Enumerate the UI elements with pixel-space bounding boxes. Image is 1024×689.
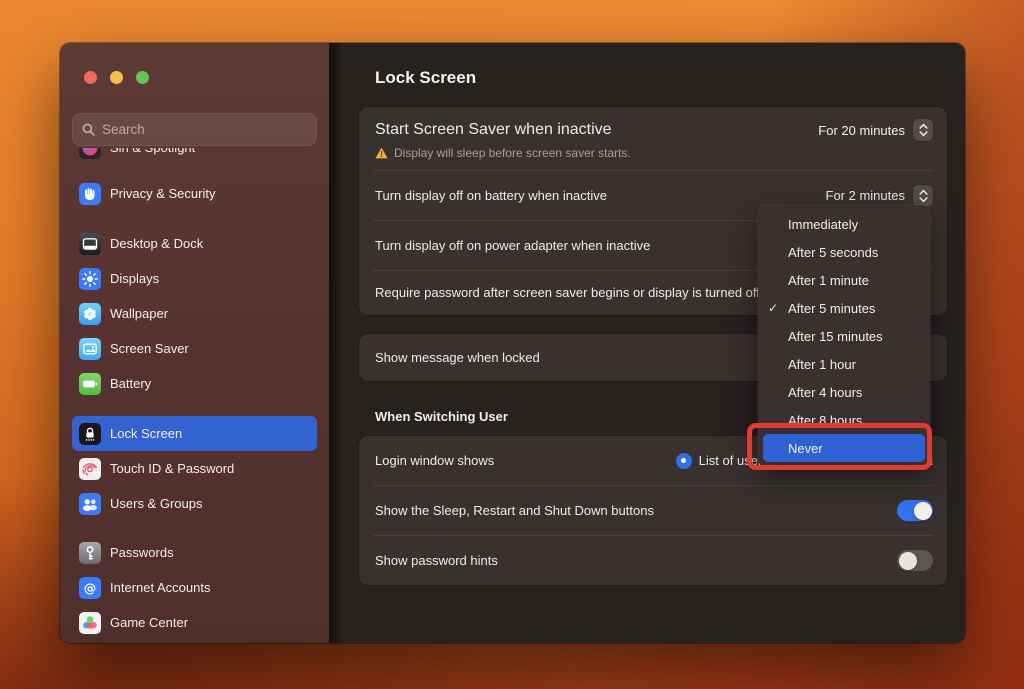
sleep-buttons-label: Show the Sleep, Restart and Shut Down bu… bbox=[375, 503, 654, 518]
screen-saver-warning: Display will sleep before screen saver s… bbox=[394, 146, 631, 160]
sidebar-item-label: Wallpaper bbox=[110, 306, 168, 321]
sidebar-item-label: Siri & Spotlight bbox=[110, 148, 195, 155]
screen-saver-row: Start Screen Saver when inactive For 20 … bbox=[359, 107, 947, 170]
show-message-label: Show message when locked bbox=[375, 350, 540, 365]
menu-item-after-8-hours[interactable]: After 8 hours bbox=[758, 406, 930, 434]
sidebar-item-siri-spotlight[interactable]: Siri & Spotlight bbox=[72, 148, 317, 165]
sidebar-item-label: Displays bbox=[110, 271, 159, 286]
password-hints-label: Show password hints bbox=[375, 553, 498, 568]
display-off-power-label: Turn display off on power adapter when i… bbox=[375, 238, 650, 253]
sidebar-item-label: Passwords bbox=[110, 545, 174, 560]
screen-saver-label: Start Screen Saver when inactive bbox=[375, 121, 612, 139]
display-off-battery-value: For 2 minutes bbox=[826, 188, 905, 203]
search-input[interactable] bbox=[102, 122, 307, 137]
inactivity-dropdown-menu: Immediately After 5 seconds After 1 minu… bbox=[758, 205, 930, 467]
siri-spotlight-icon bbox=[79, 148, 101, 159]
sidebar-item-label: Touch ID & Password bbox=[110, 461, 234, 476]
page-title: Lock Screen bbox=[375, 68, 947, 88]
system-settings-window: Siri & Spotlight Privacy & Security Desk… bbox=[60, 43, 965, 643]
wallpaper-icon bbox=[79, 303, 101, 325]
svg-text:@: @ bbox=[84, 580, 97, 595]
sidebar-item-displays[interactable]: Displays bbox=[72, 261, 317, 296]
lock-screen-icon bbox=[79, 423, 101, 445]
radio-selected-icon[interactable] bbox=[676, 453, 692, 469]
sidebar-content-divider bbox=[329, 43, 341, 643]
traffic-lights bbox=[84, 71, 329, 84]
sleep-buttons-toggle[interactable] bbox=[897, 500, 933, 521]
menu-item-after-15-minutes[interactable]: After 15 minutes bbox=[758, 322, 930, 350]
radio-list-of-users[interactable]: List of users bbox=[676, 453, 769, 469]
stepper-icon[interactable] bbox=[913, 185, 933, 207]
password-hints-toggle[interactable] bbox=[897, 550, 933, 571]
menu-item-after-1-hour[interactable]: After 1 hour bbox=[758, 350, 930, 378]
displays-icon bbox=[79, 268, 101, 290]
screen-saver-popup[interactable]: For 20 minutes bbox=[818, 119, 933, 141]
game-center-icon bbox=[79, 612, 101, 634]
sidebar-item-siri-clipped: Siri & Spotlight bbox=[72, 148, 317, 165]
sidebar-item-internet-accounts[interactable]: @ Internet Accounts bbox=[72, 570, 317, 605]
sidebar-item-label: Privacy & Security bbox=[110, 186, 215, 201]
sidebar-item-label: Battery bbox=[110, 376, 151, 391]
minimize-button[interactable] bbox=[110, 71, 123, 84]
touch-id-icon bbox=[79, 458, 101, 480]
menu-item-never[interactable]: Never bbox=[763, 434, 925, 462]
sidebar-item-wallpaper[interactable]: Wallpaper bbox=[72, 296, 317, 331]
stepper-icon[interactable] bbox=[913, 119, 933, 141]
privacy-security-icon bbox=[79, 183, 101, 205]
sidebar-item-game-center[interactable]: Game Center bbox=[72, 605, 317, 640]
require-password-label: Require password after screen saver begi… bbox=[375, 271, 760, 315]
menu-item-after-5-minutes[interactable]: ✓ After 5 minutes bbox=[758, 294, 930, 322]
battery-icon bbox=[79, 373, 101, 395]
screen-saver-icon bbox=[79, 338, 101, 360]
sidebar-item-label: Desktop & Dock bbox=[110, 236, 203, 251]
sidebar-item-label: Lock Screen bbox=[110, 426, 182, 441]
sidebar-item-label: Users & Groups bbox=[110, 496, 202, 511]
sidebar-item-screen-saver[interactable]: Screen Saver bbox=[72, 331, 317, 366]
search-icon bbox=[82, 123, 95, 136]
checkmark-icon: ✓ bbox=[768, 301, 778, 315]
sidebar-item-desktop-dock[interactable]: Desktop & Dock bbox=[72, 226, 317, 261]
menu-item-after-1-minute[interactable]: After 1 minute bbox=[758, 266, 930, 294]
sidebar: Siri & Spotlight Privacy & Security Desk… bbox=[60, 43, 329, 643]
sidebar-item-label: Game Center bbox=[110, 615, 188, 630]
internet-accounts-icon: @ bbox=[79, 577, 101, 599]
passwords-icon bbox=[79, 542, 101, 564]
sidebar-item-users-groups[interactable]: Users & Groups bbox=[72, 486, 317, 521]
login-window-label: Login window shows bbox=[375, 453, 494, 468]
users-groups-icon bbox=[79, 493, 101, 515]
screen-saver-value: For 20 minutes bbox=[818, 123, 905, 138]
password-hints-row: Show password hints bbox=[359, 536, 947, 585]
sidebar-list: Siri & Spotlight Privacy & Security Desk… bbox=[60, 148, 329, 643]
desktop-dock-icon bbox=[79, 233, 101, 255]
sidebar-item-lock-screen[interactable]: Lock Screen bbox=[72, 416, 317, 451]
menu-item-after-5-seconds[interactable]: After 5 seconds bbox=[758, 238, 930, 266]
menu-item-after-4-hours[interactable]: After 4 hours bbox=[758, 378, 930, 406]
display-off-battery-popup[interactable]: For 2 minutes bbox=[826, 185, 933, 207]
menu-item-immediately[interactable]: Immediately bbox=[758, 210, 930, 238]
sidebar-item-label: Internet Accounts bbox=[110, 580, 210, 595]
warning-icon bbox=[375, 147, 388, 159]
sidebar-item-touch-id[interactable]: Touch ID & Password bbox=[72, 451, 317, 486]
sidebar-item-passwords[interactable]: Passwords bbox=[72, 535, 317, 570]
sidebar-item-label: Screen Saver bbox=[110, 341, 189, 356]
sleep-buttons-row: Show the Sleep, Restart and Shut Down bu… bbox=[359, 486, 947, 535]
search-field[interactable] bbox=[72, 113, 317, 146]
close-button[interactable] bbox=[84, 71, 97, 84]
sidebar-item-battery[interactable]: Battery bbox=[72, 366, 317, 401]
display-off-battery-label: Turn display off on battery when inactiv… bbox=[375, 188, 607, 203]
sidebar-item-privacy-security[interactable]: Privacy & Security bbox=[72, 176, 317, 211]
zoom-button[interactable] bbox=[136, 71, 149, 84]
